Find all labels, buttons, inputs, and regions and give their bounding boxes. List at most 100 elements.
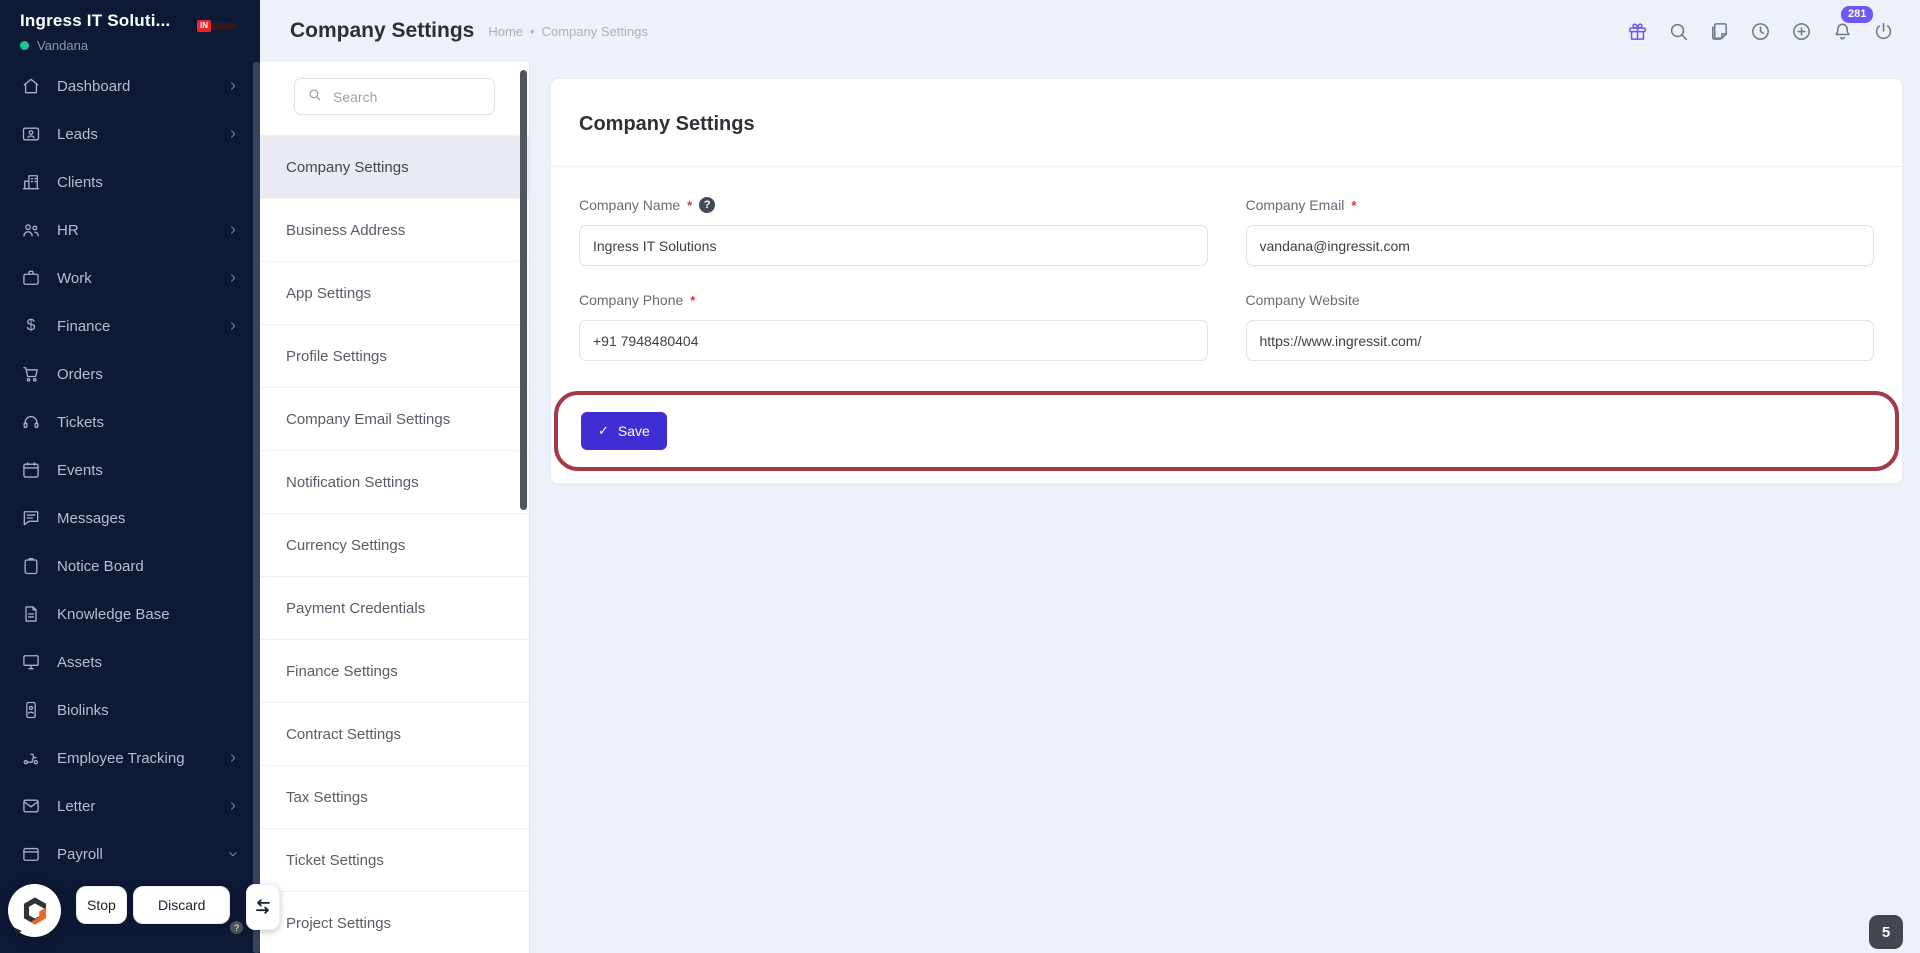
breadcrumb: Home • Company Settings: [488, 24, 647, 39]
sidebar-item-work[interactable]: Work: [0, 254, 260, 302]
sidebar-item-knowledge-base[interactable]: Knowledge Base: [0, 590, 260, 638]
dollar-icon: $: [26, 317, 36, 334]
settings-panel: Company SettingsBusiness AddressApp Sett…: [260, 62, 530, 953]
field-label: Company Website: [1246, 292, 1875, 308]
notes-icon[interactable]: [1707, 19, 1732, 44]
sidebar-item-letter[interactable]: Letter: [0, 782, 260, 830]
sidebar-scrollbar[interactable]: [253, 62, 260, 953]
company-logo-badge: IN: [197, 20, 211, 32]
sidebar-item-assets[interactable]: Assets: [0, 638, 260, 686]
breadcrumb-current: Company Settings: [541, 23, 648, 39]
page-title: Company Settings: [290, 19, 475, 42]
help-icon[interactable]: ?: [230, 921, 243, 934]
sidebar-item-hr[interactable]: HR: [0, 206, 260, 254]
save-highlight-box: ✓ Save: [554, 391, 1899, 471]
settings-item-tax-settings[interactable]: Tax Settings: [260, 765, 529, 828]
settings-item-notification-settings[interactable]: Notification Settings: [260, 450, 529, 513]
power-icon[interactable]: [1871, 19, 1896, 44]
breadcrumb-home[interactable]: Home: [488, 24, 523, 39]
add-icon[interactable]: [1789, 19, 1814, 44]
chevron-right-icon: [226, 799, 240, 813]
workspace-header: Ingress IT Soluti... Vandana IN: [0, 0, 260, 62]
sidebar-item-dashboard[interactable]: Dashboard: [0, 62, 260, 110]
company-email-input[interactable]: [1245, 225, 1874, 266]
field-label-text: Company Email: [1245, 197, 1345, 213]
sidebar-item-label: Payroll: [57, 845, 103, 863]
company-name-input[interactable]: [579, 225, 1208, 266]
main-content: Company Settings Company Name *? Company E…: [530, 62, 1920, 953]
sidebar-item-events[interactable]: Events: [0, 446, 260, 494]
sidebar-item-finance[interactable]: $ Finance: [0, 302, 260, 350]
sidebar-item-label: Tickets: [57, 413, 104, 431]
settings-item-contract-settings[interactable]: Contract Settings: [260, 702, 529, 765]
history-icon[interactable]: [1748, 19, 1773, 44]
save-button[interactable]: ✓ Save: [581, 412, 667, 450]
field-company-email: Company Email *: [1245, 197, 1875, 266]
chevron-right-icon: [226, 127, 240, 141]
chevron-down-icon: [226, 847, 240, 861]
settings-item-ticket-settings[interactable]: Ticket Settings: [260, 828, 529, 891]
hexagon-logo-icon: [23, 896, 46, 925]
chevron-right-icon: [226, 271, 240, 285]
settings-item-currency-settings[interactable]: Currency Settings: [260, 513, 529, 576]
company-phone-input[interactable]: [579, 320, 1208, 361]
field-label: Company Email *: [1246, 197, 1875, 213]
search-input[interactable]: [331, 87, 482, 106]
sidebar-item-label: Dashboard: [57, 77, 131, 95]
settings-item-company-settings[interactable]: Company Settings: [260, 135, 529, 198]
settings-item-company-email-settings[interactable]: Company Email Settings: [260, 387, 529, 450]
sidebar-item-label: Finance: [57, 317, 111, 335]
check-icon: ✓: [598, 423, 609, 438]
field-company-name: Company Name *?: [579, 197, 1208, 266]
sidebar-item-label: Employee Tracking: [57, 749, 185, 767]
company-logo-text: [212, 22, 236, 30]
company-website-input[interactable]: [1245, 320, 1874, 361]
chat-icon: [20, 507, 42, 529]
page-count-badge[interactable]: 5: [1869, 915, 1903, 949]
sidebar-item-biolinks[interactable]: Biolinks: [0, 686, 260, 734]
discard-button[interactable]: Discard: [133, 886, 231, 924]
settings-item-payment-credentials[interactable]: Payment Credentials: [260, 576, 529, 639]
swap-arrows-button[interactable]: [246, 884, 280, 930]
company-logo: IN: [197, 20, 236, 32]
sidebar-item-orders[interactable]: Orders: [0, 350, 260, 398]
wallet-icon: [20, 843, 42, 865]
settings-item-business-address[interactable]: Business Address: [260, 198, 529, 261]
settings-item-finance-settings[interactable]: Finance Settings: [260, 639, 529, 702]
briefcase-icon: [20, 267, 42, 289]
sidebar-item-tickets[interactable]: Tickets: [0, 398, 260, 446]
help-icon[interactable]: ?: [699, 197, 716, 213]
sidebar-item-employee-tracking[interactable]: Employee Tracking: [0, 734, 260, 782]
settings-item-project-settings[interactable]: Project Settings: [260, 891, 529, 953]
sidebar-item-leads[interactable]: Leads: [0, 110, 260, 158]
sidebar-item-messages[interactable]: Messages: [0, 494, 260, 542]
document-icon: [20, 603, 42, 625]
sidebar-item-label: Orders: [57, 365, 103, 383]
field-label-text: Company Website: [1245, 292, 1360, 308]
field-label-text: Company Phone: [579, 292, 684, 308]
sidebar-item-clients[interactable]: Clients: [0, 158, 260, 206]
sidebar-item-label: Knowledge Base: [57, 605, 170, 623]
swap-arrows-icon: [256, 899, 270, 914]
settings-list: Company Settings Business Address App Sett…: [260, 135, 529, 953]
cursor-arrow-icon: [11, 926, 25, 940]
settings-search: [294, 78, 495, 115]
notifications-icon[interactable]: 281: [1830, 5, 1874, 44]
required-asterisk: *: [687, 197, 693, 213]
topbar-icons: 281: [1625, 5, 1896, 44]
sidebar-item-notice-board[interactable]: Notice Board: [0, 542, 260, 590]
search-icon[interactable]: [1666, 19, 1691, 44]
user-name: Vandana: [37, 38, 89, 53]
breadcrumb-separator: •: [530, 23, 535, 39]
settings-scrollbar[interactable]: [520, 70, 527, 510]
sidebar-nav: Dashboard Leads Clients HR Work $ Finance Order…: [0, 62, 260, 878]
company-settings-form: Company Name*?Company Email*Company Phon…: [551, 167, 1902, 361]
home-icon: [20, 75, 42, 97]
sidebar-item-payroll[interactable]: Payroll: [0, 830, 260, 878]
stop-button[interactable]: Stop: [76, 886, 127, 924]
mail-icon: [20, 795, 42, 817]
settings-item-profile-settings[interactable]: Profile Settings: [260, 324, 529, 387]
chevron-right-icon: [226, 79, 240, 93]
settings-item-app-settings[interactable]: App Settings: [260, 261, 529, 324]
gift-icon[interactable]: [1625, 19, 1650, 44]
